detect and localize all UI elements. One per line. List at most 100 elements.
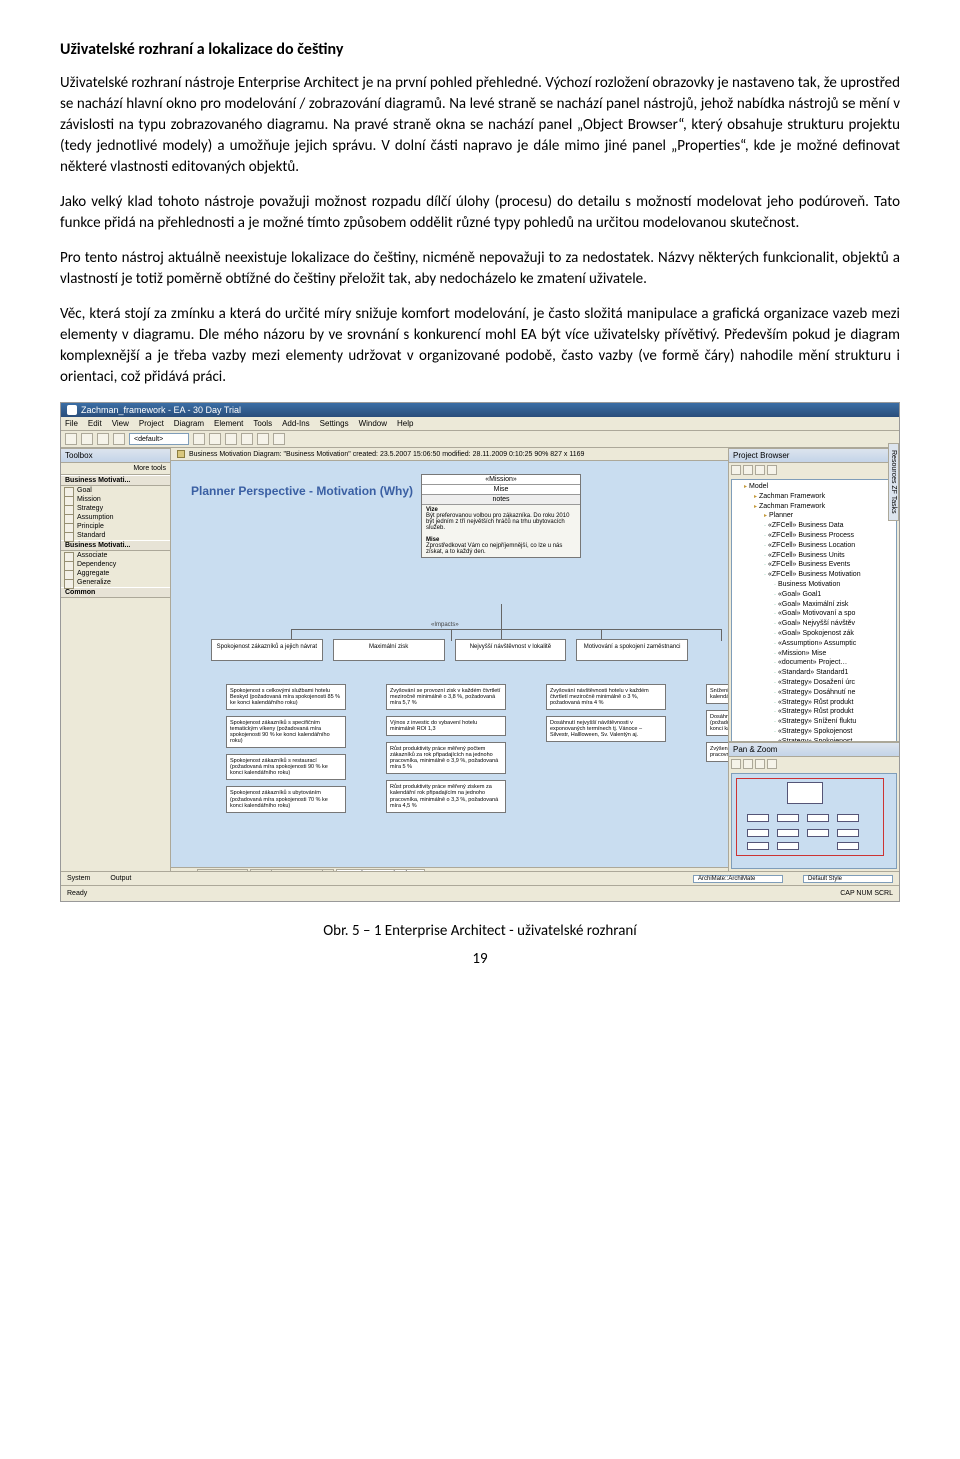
toolbox-item-aggregate[interactable]: Aggregate	[61, 569, 170, 578]
tree-item[interactable]: «Goal» Spokojenost zák	[754, 629, 894, 639]
mission-element[interactable]: «Mission» Mise notes Vize Být preferovan…	[421, 474, 581, 558]
browser-toolbar-button[interactable]	[755, 465, 765, 475]
menu-view[interactable]: View	[112, 419, 129, 428]
toolbox-item-goal[interactable]: Goal	[61, 486, 170, 495]
menu-tools[interactable]: Tools	[253, 419, 272, 428]
objective-element[interactable]: Zvyšování návštěvnosti hotelu v každém č…	[546, 684, 666, 710]
menu-file[interactable]: File	[65, 419, 78, 428]
objective-element[interactable]: Dosáhnutí úrovně spokojenosti zaměstnanc…	[706, 710, 728, 736]
toolbox-item-generalize[interactable]: Generalize	[61, 578, 170, 587]
zoom-toolbar-button[interactable]	[755, 759, 765, 769]
tree-item[interactable]: «Strategy» Dosáhnutí ne	[754, 688, 894, 698]
objective-element[interactable]: Růst produktivity práce měřený ziskem za…	[386, 780, 506, 812]
goal-element[interactable]: Motivování a spokojení zaměstnanci	[576, 639, 688, 661]
objective-element[interactable]: Zvyšování se provozní zisk v každém čtvr…	[386, 684, 506, 710]
output-output-tab[interactable]: Output	[110, 875, 131, 882]
tree-item[interactable]: «Strategy» Růst produkt	[754, 707, 894, 717]
toolbar-button[interactable]	[113, 433, 125, 445]
tree-item[interactable]: Zachman Framework	[754, 502, 894, 512]
tree-item[interactable]: «Goal» Nejvyšší návštěv	[754, 619, 894, 629]
menu-settings[interactable]: Settings	[320, 419, 349, 428]
toolbar[interactable]: <default>	[61, 431, 899, 448]
toolbox-item-mission[interactable]: Mission	[61, 495, 170, 504]
toolbar-button[interactable]	[193, 433, 205, 445]
tree-item[interactable]: «Strategy» Růst produkt	[754, 698, 894, 708]
menu-edit[interactable]: Edit	[88, 419, 102, 428]
style-select[interactable]: Default Style	[803, 875, 893, 883]
objective-element[interactable]: Výnos z investic do vybavení hotelu mini…	[386, 716, 506, 736]
menu-diagram[interactable]: Diagram	[174, 419, 204, 428]
tree-item[interactable]: «Goal» Motivovaní a spo	[754, 609, 894, 619]
tree-item[interactable]: «ZFCell» Business Events	[754, 560, 894, 570]
objective-element[interactable]: Zvýšení investic do celoživotního vzdělá…	[706, 742, 728, 762]
toolbox-item-strategy[interactable]: Strategy	[61, 504, 170, 513]
toolbox-group[interactable]: Business Motivati...	[61, 475, 170, 486]
zoom-toolbar-button[interactable]	[731, 759, 741, 769]
goal-element[interactable]: Maximální zisk	[333, 639, 445, 661]
toolbox-item-associate[interactable]: Associate	[61, 551, 170, 560]
tree-item[interactable]: «document» Project…	[754, 658, 894, 668]
toolbar-button[interactable]	[273, 433, 285, 445]
menu-project[interactable]: Project	[139, 419, 164, 428]
tree-item[interactable]: «ZFCell» Business Location	[754, 541, 894, 551]
toolbar-button[interactable]	[257, 433, 269, 445]
goal-element[interactable]: Spokojenost zákazníků a jejich návrat	[211, 639, 323, 661]
menu-bar[interactable]: File Edit View Project Diagram Element T…	[61, 417, 899, 431]
tree-item[interactable]: «Mission» Mise	[754, 649, 894, 659]
browser-toolbar-button[interactable]	[743, 465, 753, 475]
tree-item[interactable]: «ZFCell» Business Data	[754, 521, 894, 531]
toolbar-button[interactable]	[97, 433, 109, 445]
toolbar-button[interactable]	[241, 433, 253, 445]
tree-item[interactable]: Planner	[754, 511, 894, 521]
tree-item[interactable]: «Strategy» Dosažení úrc	[754, 678, 894, 688]
diagram-canvas[interactable]: Planner Perspective - Motivation (Why) «…	[171, 464, 728, 867]
tree-root[interactable]: Model	[744, 482, 894, 492]
toolbox-item-assumption[interactable]: Assumption	[61, 513, 170, 522]
zoom-toolbar-button[interactable]	[743, 759, 753, 769]
toolbox-item-principle[interactable]: Principle	[61, 522, 170, 531]
tree-item[interactable]: Zachman Framework	[754, 492, 894, 502]
objective-element[interactable]: Snížení fluktuace zaměstnanců v rámci ka…	[706, 684, 728, 704]
tree-item[interactable]: «Strategy» Spokojenost	[754, 727, 894, 737]
menu-window[interactable]: Window	[359, 419, 387, 428]
output-system-tab[interactable]: System	[67, 875, 90, 882]
tree-item[interactable]: «Assumption» Assumptic	[754, 639, 894, 649]
toolbar-select-default[interactable]: <default>	[129, 433, 189, 445]
filter-select[interactable]: ArchiMate::ArchiMate	[693, 875, 783, 883]
project-tree[interactable]: Model Zachman FrameworkZachman Framework…	[731, 479, 897, 741]
objective-element[interactable]: Spokojenost zákazníků s ubytováním (poža…	[226, 786, 346, 812]
tree-item[interactable]: «ZFCell» Business Units	[754, 551, 894, 561]
toolbar-button[interactable]	[225, 433, 237, 445]
tree-item[interactable]: «Standard» Standard1	[754, 668, 894, 678]
goal-element[interactable]: Nejvyšší návštěvnost v lokalitě	[455, 639, 567, 661]
page-number: 19	[60, 950, 900, 968]
objective-element[interactable]: Spokojenost zákazníků s specifičním tema…	[226, 716, 346, 748]
menu-help[interactable]: Help	[397, 419, 413, 428]
toolbox-item-dependency[interactable]: Dependency	[61, 560, 170, 569]
objective-element[interactable]: Dosáhnutí nejvyšší návštěvnosti v expono…	[546, 716, 666, 742]
browser-toolbar-button[interactable]	[767, 465, 777, 475]
objective-element[interactable]: Spokojenost s celkovými službami hotelu …	[226, 684, 346, 710]
toolbar-button[interactable]	[65, 433, 77, 445]
toolbox-item-standard[interactable]: Standard	[61, 531, 170, 540]
toolbox-group-common[interactable]: Common	[61, 587, 170, 598]
zoom-overview[interactable]	[731, 773, 897, 869]
toolbar-button[interactable]	[81, 433, 93, 445]
tree-item[interactable]: «ZFCell» Business Motivation	[754, 570, 894, 580]
toolbar-button[interactable]	[209, 433, 221, 445]
tree-item[interactable]: «Goal» Maximální zisk	[754, 600, 894, 610]
tree-item[interactable]: «ZFCell» Business Process	[754, 531, 894, 541]
objective-element[interactable]: Spokojenost zákazníků s restaurací (poža…	[226, 754, 346, 780]
menu-addins[interactable]: Add-Ins	[282, 419, 310, 428]
tree-item[interactable]: Business Motivation	[754, 580, 894, 590]
tree-item[interactable]: «Strategy» Snížení fluktu	[754, 717, 894, 727]
toolbox-group[interactable]: Business Motivati...	[61, 540, 170, 551]
browser-toolbar-button[interactable]	[731, 465, 741, 475]
menu-element[interactable]: Element	[214, 419, 243, 428]
objective-element[interactable]: Růst produktivity práce měřený počtem zá…	[386, 742, 506, 774]
tree-item[interactable]: «Strategy» Spokojenost	[754, 737, 894, 741]
toolbox-more-tools[interactable]: More tools	[61, 463, 170, 475]
tree-item[interactable]: «Goal» Goal1	[754, 590, 894, 600]
window-titlebar[interactable]: Zachman_framework - EA - 30 Day Trial	[61, 403, 899, 417]
zoom-toolbar-button[interactable]	[767, 759, 777, 769]
